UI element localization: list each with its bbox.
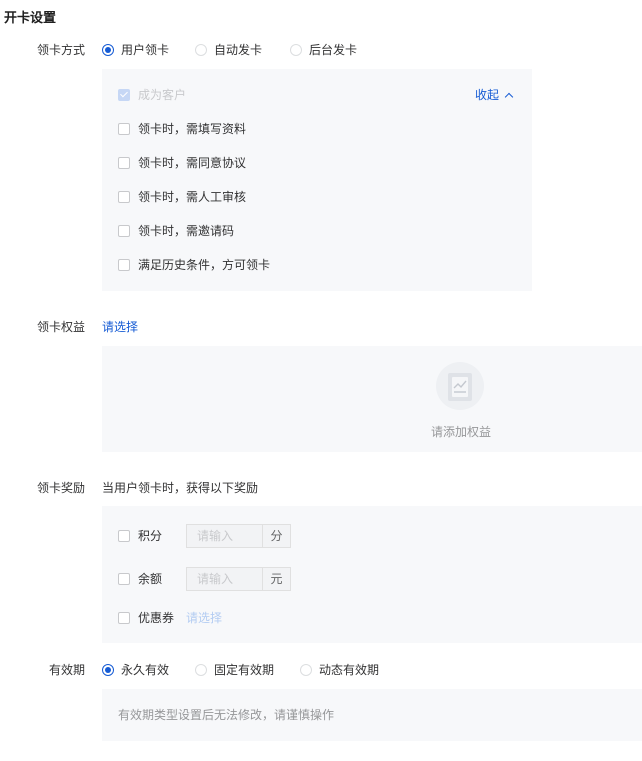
validity-note: 有效期类型设置后无法修改，请谨慎操作 bbox=[118, 708, 335, 722]
condition-invite-code[interactable]: 领卡时，需邀请码 bbox=[118, 223, 234, 239]
radio-checked-icon bbox=[102, 664, 114, 676]
condition-fill-info[interactable]: 领卡时，需填写资料 bbox=[118, 121, 246, 137]
radio-checked-icon bbox=[102, 44, 114, 56]
chevron-up-icon bbox=[504, 92, 514, 102]
balance-input[interactable]: 请输入 bbox=[186, 567, 263, 591]
radio-unchecked-icon bbox=[290, 44, 303, 56]
radio-dynamic-period[interactable]: 动态有效期 bbox=[300, 662, 379, 678]
radio-user-claim[interactable]: 用户领卡 bbox=[102, 42, 169, 58]
checkbox-icon bbox=[118, 157, 130, 169]
claim-conditions-panel: 成为客户 收起 领卡时，需填写资料 领卡时，需同意协议 领卡时，需人工审核 领卡… bbox=[102, 69, 532, 291]
become-customer-checkbox: 成为客户 bbox=[118, 87, 186, 103]
checkbox-icon bbox=[118, 612, 130, 624]
radio-fixed-period[interactable]: 固定有效期 bbox=[195, 662, 274, 678]
checkbox-icon bbox=[118, 259, 130, 271]
points-unit: 分 bbox=[263, 524, 291, 548]
benefits-select-link[interactable]: 请选择 bbox=[102, 319, 138, 335]
radio-unchecked-icon bbox=[300, 664, 313, 676]
condition-agree-protocol[interactable]: 领卡时，需同意协议 bbox=[118, 155, 246, 171]
claim-method-label: 领卡方式 bbox=[36, 43, 85, 57]
empty-document-icon bbox=[436, 362, 484, 410]
benefits-empty-panel: 请添加权益 bbox=[102, 346, 642, 452]
claim-method-radio-group: 用户领卡 自动发卡 后台发卡 bbox=[102, 42, 383, 58]
balance-input-group: 请输入 元 bbox=[186, 567, 291, 591]
checkbox-icon bbox=[118, 530, 130, 542]
balance-unit: 元 bbox=[263, 567, 291, 591]
balance-checkbox[interactable]: 余额 bbox=[118, 571, 162, 587]
points-checkbox[interactable]: 积分 bbox=[118, 528, 162, 544]
checkbox-icon bbox=[118, 573, 130, 585]
checkbox-checked-icon bbox=[118, 89, 130, 101]
radio-unchecked-icon bbox=[195, 44, 208, 56]
radio-unchecked-icon bbox=[195, 664, 208, 676]
points-input-group: 请输入 分 bbox=[186, 524, 291, 548]
coupon-checkbox[interactable]: 优惠券 bbox=[118, 610, 174, 626]
rewards-label: 领卡奖励 bbox=[36, 481, 85, 495]
condition-history[interactable]: 满足历史条件，方可领卡 bbox=[118, 257, 270, 273]
radio-backend-issue[interactable]: 后台发卡 bbox=[290, 42, 357, 58]
coupon-select-link[interactable]: 请选择 bbox=[186, 610, 222, 626]
rewards-description: 当用户领卡时，获得以下奖励 bbox=[102, 481, 259, 495]
collapse-button[interactable]: 收起 bbox=[475, 87, 514, 103]
validity-radio-group: 永久有效 固定有效期 动态有效期 bbox=[102, 662, 405, 678]
validity-label: 有效期 bbox=[48, 663, 85, 677]
rewards-panel: 积分 请输入 分 余额 请输入 元 优惠券 请选择 bbox=[102, 506, 642, 643]
page-title: 开卡设置 bbox=[4, 11, 57, 26]
radio-permanent[interactable]: 永久有效 bbox=[102, 662, 169, 678]
benefits-label: 领卡权益 bbox=[36, 320, 85, 334]
points-input[interactable]: 请输入 bbox=[186, 524, 263, 548]
validity-note-panel: 有效期类型设置后无法修改，请谨慎操作 bbox=[102, 689, 642, 741]
checkbox-icon bbox=[118, 123, 130, 135]
checkbox-icon bbox=[118, 225, 130, 237]
benefits-empty-text: 请添加权益 bbox=[431, 425, 492, 439]
condition-manual-review[interactable]: 领卡时，需人工审核 bbox=[118, 189, 246, 205]
checkbox-icon bbox=[118, 191, 130, 203]
radio-auto-issue[interactable]: 自动发卡 bbox=[195, 42, 262, 58]
